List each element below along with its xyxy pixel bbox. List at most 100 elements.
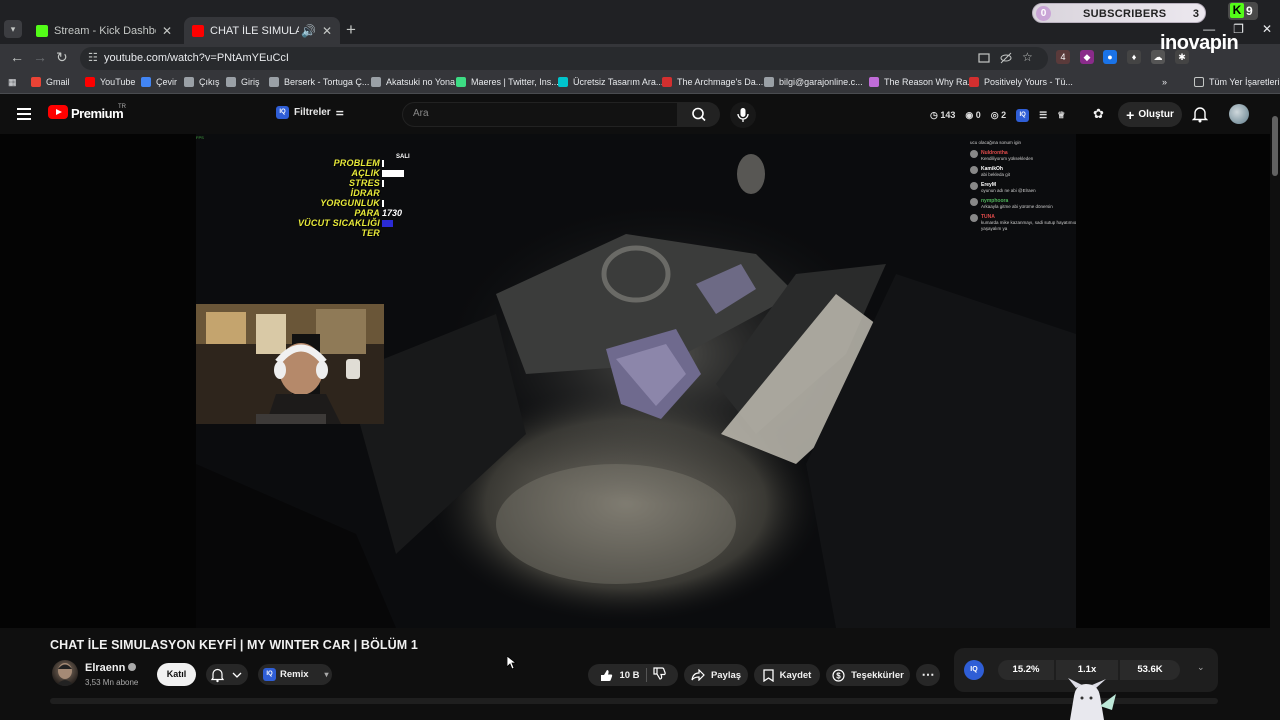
bookmark-item[interactable]: Çevir [141, 77, 177, 87]
join-button[interactable]: Katıl [157, 663, 196, 686]
reload-icon[interactable]: ↻ [56, 49, 68, 66]
thanks-button[interactable]: $ Teşekkürler [826, 664, 910, 686]
search-input[interactable] [413, 108, 663, 119]
hud-stat-label: YORGUNLUK [320, 198, 380, 208]
chat-text: ucu olacağına sonum igin [970, 140, 1022, 145]
chat-message: EreyM oyunun adı ne abi @Elraen [970, 182, 1076, 194]
menu-icon[interactable] [17, 108, 31, 120]
new-tab-button[interactable]: + [346, 20, 356, 40]
iq-stat-views: 53.6K [1120, 660, 1180, 680]
extension-icon[interactable]: ◆ [1080, 50, 1094, 64]
voice-search-button[interactable] [730, 102, 756, 128]
bookmark-item[interactable]: Akatsuki no Yona [371, 77, 455, 87]
kick-logo-icon: K [1230, 3, 1244, 18]
extension-icon[interactable]: ● [1103, 50, 1117, 64]
tab-kick-dashboard[interactable]: Stream - Kick Dashboard ✕ [28, 17, 180, 44]
bookmark-item[interactable]: YouTube [85, 77, 135, 87]
bookmark-item[interactable]: Berserk - Tortuga Ç... [269, 77, 369, 87]
chat-text: abi bekleda git [981, 172, 1011, 177]
bookmark-item[interactable]: Maeres | Twitter, Ins... [456, 77, 559, 87]
site-info-icon[interactable]: ☷ [88, 51, 98, 64]
thanks-icon: $ [832, 668, 845, 682]
youtube-logo-icon[interactable] [48, 105, 68, 119]
hud-stat-bar [382, 169, 404, 177]
kick-viewer-badge: K 9 [1228, 2, 1258, 20]
youtube-header: Premium TR IQ Filtreler ⚌ ◷ 143 ◉ 0 ◎ 2 … [0, 96, 1280, 134]
bookmark-item[interactable]: bilgi@garajonline.c... [764, 77, 863, 87]
extension-badge-icon[interactable]: 4 [1056, 50, 1070, 64]
bookmark-favicon-icon [141, 77, 151, 87]
notifications-bell-icon[interactable] [1192, 106, 1208, 123]
extension-icon[interactable]: ♦ [1127, 50, 1141, 64]
bookmark-item[interactable]: The Archmage's Da... [662, 77, 763, 87]
bookmark-label: Maeres | Twitter, Ins... [471, 77, 559, 87]
channel-name[interactable]: Elraenn [85, 662, 137, 674]
close-tab-icon[interactable]: ✕ [162, 24, 172, 38]
extension-puzzle-icon[interactable]: ✿ [1093, 106, 1104, 122]
page-horizontal-scroll[interactable] [50, 698, 1218, 704]
folder-icon [1194, 77, 1204, 87]
share-button[interactable]: Paylaş [684, 664, 748, 686]
remix-button[interactable]: IQ Remix ▾ [258, 664, 332, 685]
bookmark-item[interactable]: Çıkış [184, 77, 220, 87]
dislike-button[interactable] [652, 667, 666, 683]
region-code: TR [118, 104, 126, 110]
bookmark-item[interactable]: Ücretsiz Tasarım Ara... [558, 77, 663, 87]
channel-avatar[interactable] [52, 660, 78, 686]
apps-icon[interactable]: ▦ [8, 77, 17, 88]
bookmark-item[interactable]: Giriş [226, 77, 260, 87]
scrollbar-thumb[interactable] [1272, 116, 1278, 176]
iq-logo-icon[interactable]: IQ [964, 660, 984, 680]
close-window-icon[interactable]: ✕ [1262, 22, 1272, 36]
bookmark-label: The Archmage's Da... [677, 77, 764, 87]
account-avatar[interactable] [1229, 104, 1249, 124]
more-bookmarks-icon[interactable]: » [1162, 77, 1167, 87]
forward-icon[interactable]: → [33, 49, 47, 65]
chevron-down-icon[interactable]: ⌄ [1197, 662, 1205, 673]
audio-icon[interactable]: 🔊 [301, 24, 316, 38]
trophy-icon[interactable]: ♕ [1057, 110, 1065, 121]
all-bookmarks-link[interactable]: Tüm Yer İşaretleri [1194, 77, 1280, 87]
bookmark-favicon-icon [456, 77, 466, 87]
bookmark-item[interactable]: The Reason Why Ra... [869, 77, 975, 87]
chat-message: Nuldrontha Kendiliyorum yüksekleden [970, 150, 1076, 162]
filters-button[interactable]: IQ Filtreler ⚌ [276, 106, 344, 119]
like-dislike-group: 10 B [588, 664, 678, 686]
page-scrollbar[interactable] [1270, 96, 1280, 720]
create-button[interactable]: + Oluştur [1118, 102, 1182, 127]
subscription-bell-button[interactable] [206, 664, 248, 685]
back-icon[interactable]: ← [10, 49, 24, 65]
video-player[interactable]: FPS PROBLEM AÇLIK STRES İDRAR YORGUNLUK PARA 1… [0, 134, 1270, 628]
search-box [402, 102, 678, 127]
plus-icon: + [1126, 106, 1135, 123]
youtube-brand[interactable]: Premium [71, 106, 124, 121]
chat-message: ucu olacağına sonum igin [970, 140, 1076, 146]
hud-stat-bar [382, 199, 384, 207]
close-tab-icon[interactable]: ✕ [322, 24, 332, 38]
bookmark-item[interactable]: Positively Yours - Tü... [969, 77, 1073, 87]
bookmark-label: Ücretsiz Tasarım Ara... [573, 77, 664, 87]
bookmark-star-icon[interactable]: ☆ [1022, 50, 1033, 64]
bookmark-favicon-icon [371, 77, 381, 87]
url-text: youtube.com/watch?v=PNtAmYEuCcI [104, 52, 289, 64]
list-icon[interactable]: ☰ [1039, 110, 1047, 121]
divider [645, 668, 647, 682]
save-button[interactable]: Kaydet [754, 664, 820, 686]
browser-tab-strip: ▾ Stream - Kick Dashboard ✕ CHAT İLE SIM… [0, 0, 1280, 44]
more-actions-button[interactable]: ⋯ [916, 664, 940, 686]
tab-search-button[interactable]: ▾ [4, 20, 22, 38]
clock-stat: ◷ 143 [930, 110, 956, 120]
bookmark-item[interactable]: Gmail [31, 77, 70, 87]
tab-youtube-video[interactable]: CHAT İLE SIMULASYON KEYİ 🔊 ✕ [184, 17, 340, 44]
address-bar[interactable]: ☷ youtube.com/watch?v=PNtAmYEuCcI ☆ [80, 47, 1048, 70]
bookmark-favicon-icon [558, 77, 568, 87]
eye-off-icon[interactable] [1000, 52, 1012, 64]
all-bookmarks-label: Tüm Yer İşaretleri [1209, 77, 1280, 87]
install-app-icon[interactable] [978, 52, 990, 64]
chat-message: KamikOh abi bekleda git [970, 166, 1076, 178]
iq-extension-icon[interactable]: IQ [1016, 109, 1030, 122]
search-button[interactable] [678, 102, 720, 127]
hud-stat-row: YORGUNLUK [296, 198, 426, 208]
like-button[interactable]: 10 B [600, 669, 640, 682]
hud-stat-row: AÇLIK [296, 168, 426, 178]
